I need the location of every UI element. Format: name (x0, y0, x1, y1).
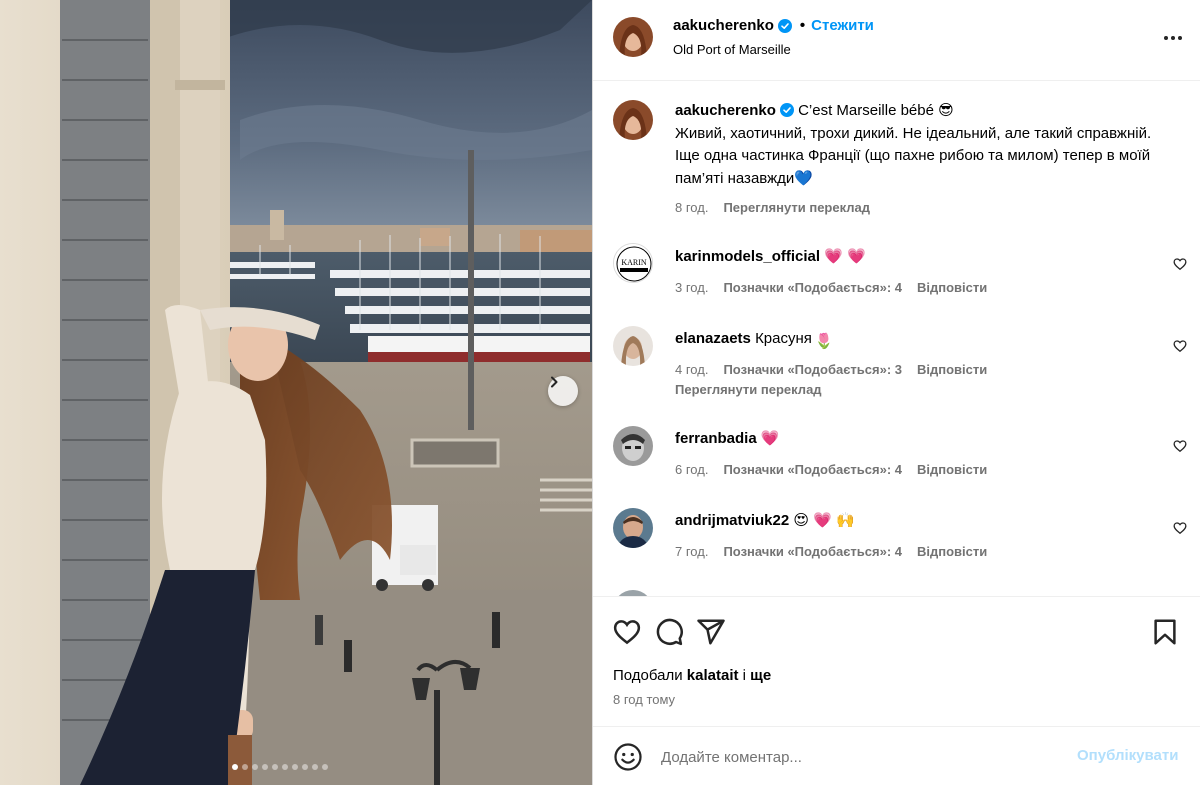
like-heart-icon[interactable] (612, 617, 642, 647)
comment-time: 7 год. (675, 544, 709, 559)
post-header: aakucherenko • Стежити Old Port of Marse… (593, 0, 1200, 81)
see-translation-link[interactable]: Переглянути переклад (675, 382, 822, 397)
caption-username[interactable]: aakucherenko (675, 102, 776, 119)
like-comment-heart-icon[interactable] (1173, 439, 1187, 453)
caption-time: 8 год. (675, 200, 709, 215)
comment-meta: 4 год. Позначки «Подобається»: 3 Відпові… (675, 362, 987, 377)
comment-emoji: 💗 (760, 430, 780, 447)
carousel-dot (242, 764, 248, 770)
like-comment-heart-icon[interactable] (1173, 521, 1187, 535)
author-avatar[interactable] (613, 17, 653, 57)
liked-by-user[interactable]: kalatait (687, 667, 739, 684)
reply-button[interactable]: Відповісти (917, 544, 987, 559)
reply-button[interactable]: Відповісти (917, 362, 987, 377)
carousel-next-button[interactable] (548, 376, 578, 406)
comment-avatar[interactable]: KARIN (613, 243, 653, 283)
reply-button[interactable]: Відповісти (917, 280, 987, 295)
bookmark-save-icon[interactable] (1150, 617, 1180, 647)
comments-list[interactable]: aakucherenko C’est Marseille bébé 😎 Живи… (593, 82, 1200, 596)
avatar-image (613, 426, 653, 466)
comment-avatar[interactable] (613, 508, 653, 548)
comment-likes-count[interactable]: Позначки «Подобається»: 4 (723, 280, 902, 295)
comment-likes-count[interactable]: Позначки «Подобається»: 3 (723, 362, 902, 377)
liked-by-line: Подобали kalatait і ще (613, 667, 771, 684)
comment-username[interactable]: ferranbadia (675, 430, 757, 447)
post-photo[interactable] (0, 0, 592, 785)
post-timestamp[interactable]: 8 год тому (613, 692, 675, 707)
comment-input[interactable] (661, 743, 1061, 771)
comment-body: andrijmatviuk22 😍 💗 🙌 (675, 510, 1161, 532)
post-location[interactable]: Old Port of Marseille (673, 42, 791, 57)
carousel-dot (302, 764, 308, 770)
avatar-image (613, 100, 653, 140)
comment-text: Красуня (755, 330, 812, 347)
comment-emoji: 🌷 (814, 333, 834, 350)
see-translation-link[interactable]: Переглянути переклад (723, 200, 870, 215)
avatar-image (613, 326, 653, 366)
chevron-right-icon (551, 376, 558, 388)
caption-line1: C’est Marseille bébé (798, 102, 934, 119)
comment-bubble-icon[interactable] (654, 617, 684, 647)
instagram-post: aakucherenko • Стежити Old Port of Marse… (0, 0, 1200, 785)
post-actions: Подобали kalatait і ще 8 год тому (593, 596, 1200, 726)
follow-button[interactable]: Стежити (811, 17, 874, 34)
comment-body: ferranbadia 💗 (675, 428, 1161, 450)
carousel-dot (252, 764, 258, 770)
comment-username[interactable]: elanazaets (675, 330, 751, 347)
comment-time: 3 год. (675, 280, 709, 295)
avatar-image (613, 17, 653, 57)
author-username[interactable]: aakucherenko (673, 17, 774, 34)
author-line: aakucherenko • Стежити (673, 17, 874, 34)
avatar-image: KARIN (614, 244, 652, 282)
comment-translate: Переглянути переклад (675, 382, 822, 397)
post-details-panel: aakucherenko • Стежити Old Port of Marse… (592, 0, 1200, 785)
add-comment-bar: Опублікувати (593, 726, 1200, 785)
reply-button[interactable]: Відповісти (917, 462, 987, 477)
share-send-icon[interactable] (696, 617, 726, 647)
caption-text: aakucherenko C’est Marseille bébé 😎 Живи… (675, 100, 1175, 190)
blue-heart-emoji: 💙 (794, 169, 813, 187)
like-comment-heart-icon[interactable] (1173, 257, 1187, 271)
post-comment-button[interactable]: Опублікувати (1077, 747, 1178, 764)
photo-image (0, 0, 592, 785)
comment-emoji: 😍 💗 🙌 (793, 512, 855, 529)
caption-meta: 8 год. Переглянути переклад (675, 200, 870, 215)
carousel-dot (322, 764, 328, 770)
comment-meta: 7 год. Позначки «Подобається»: 4 Відпові… (675, 544, 987, 559)
caption-body: Живий, хаотичний, трохи дикий. Не ідеаль… (675, 124, 1152, 187)
emoji-picker-icon[interactable] (613, 742, 643, 772)
caption-avatar[interactable] (613, 100, 653, 140)
comment-likes-count[interactable]: Позначки «Подобається»: 4 (723, 462, 902, 477)
comment-time: 4 год. (675, 362, 709, 377)
comment-avatar[interactable] (613, 326, 653, 366)
carousel-dot (292, 764, 298, 770)
like-comment-heart-icon[interactable] (1173, 339, 1187, 353)
carousel-dot (262, 764, 268, 770)
liked-by-prefix: Подобали (613, 667, 683, 684)
comment-meta: 6 год. Позначки «Подобається»: 4 Відпові… (675, 462, 987, 477)
svg-text:KARIN: KARIN (621, 258, 647, 267)
carousel-dot (232, 764, 238, 770)
carousel-indicator (232, 764, 328, 770)
comment-body: karinmodels_official 💗 💗 (675, 246, 1161, 268)
liked-by-others-link[interactable]: ще (750, 667, 771, 684)
comment-avatar[interactable] (613, 426, 653, 466)
liked-by-and: і (742, 667, 746, 684)
comment-likes-count[interactable]: Позначки «Подобається»: 4 (723, 544, 902, 559)
more-horizontal-icon[interactable] (1161, 28, 1185, 48)
carousel-dot (312, 764, 318, 770)
carousel-dot (282, 764, 288, 770)
comment-username[interactable]: karinmodels_official (675, 248, 820, 265)
verified-badge-icon (777, 18, 792, 33)
carousel-dot (272, 764, 278, 770)
comment-time: 6 год. (675, 462, 709, 477)
sunglasses-emoji: 😎 (938, 102, 954, 119)
avatar-image (613, 508, 653, 548)
comment-emoji: 💗 💗 (824, 248, 866, 265)
comment-meta: 3 год. Позначки «Подобається»: 4 Відпові… (675, 280, 987, 295)
separator-dot: • (799, 17, 806, 34)
comment-body: elanazaets Красуня 🌷 (675, 328, 1161, 353)
comment-username[interactable]: andrijmatviuk22 (675, 512, 789, 529)
verified-badge-icon (779, 103, 794, 117)
